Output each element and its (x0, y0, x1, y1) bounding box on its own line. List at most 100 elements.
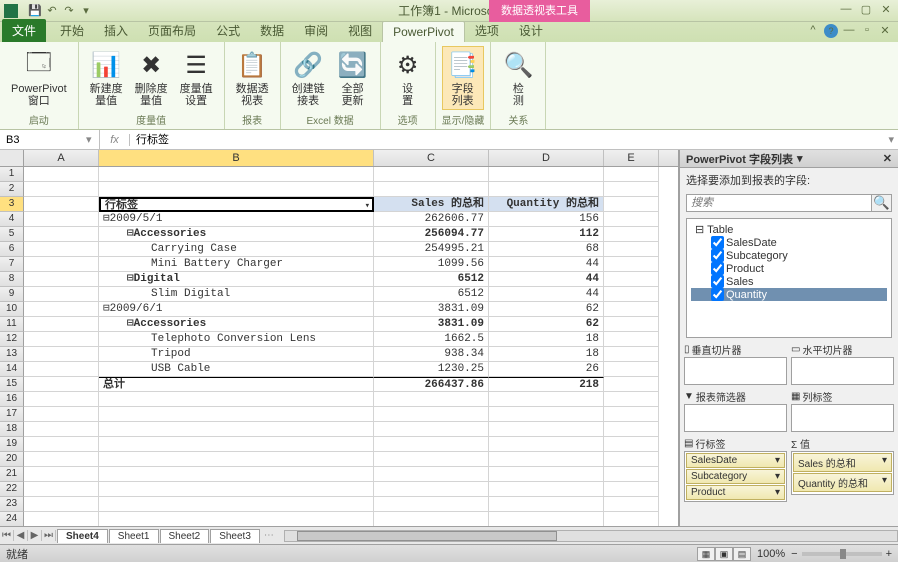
tab-powerpivot[interactable]: PowerPivot (382, 21, 465, 42)
zoom-out-icon[interactable]: − (791, 548, 797, 560)
cell[interactable]: 62 (489, 317, 604, 332)
tab-options[interactable]: 选项 (465, 19, 509, 42)
tab-insert[interactable]: 插入 (94, 19, 138, 42)
cell[interactable] (24, 197, 99, 212)
cell[interactable]: USB Cable (99, 362, 374, 377)
cell[interactable] (99, 167, 374, 182)
cell[interactable] (24, 437, 99, 452)
column-header[interactable]: A (24, 150, 99, 166)
column-header[interactable]: C (374, 150, 489, 166)
view-layout-icon[interactable]: ▣ (715, 547, 733, 561)
field-tree-item[interactable]: Sales (691, 275, 887, 288)
area-vslicer[interactable] (684, 357, 787, 385)
row-header[interactable]: 2 (0, 182, 24, 197)
cell[interactable]: 262606.77 (374, 212, 489, 227)
ribbon-button[interactable]: 📋数据透 视表 (231, 46, 274, 110)
window-restore-icon[interactable]: ▫ (860, 24, 874, 38)
column-header[interactable]: D (489, 150, 604, 166)
field-list-close-icon[interactable]: ✕ (883, 152, 892, 165)
tab-layout[interactable]: 页面布局 (138, 19, 206, 42)
chevron-down-icon[interactable]: ▾ (882, 455, 887, 470)
field-tree-item[interactable]: SalesDate (691, 236, 887, 249)
select-all-corner[interactable] (0, 150, 24, 166)
name-box-input[interactable] (6, 134, 86, 146)
cell[interactable] (99, 497, 374, 512)
cell[interactable] (604, 212, 659, 227)
tab-formulas[interactable]: 公式 (206, 19, 250, 42)
cell[interactable] (604, 302, 659, 317)
cell[interactable]: 218 (489, 377, 604, 392)
cell[interactable]: 1662.5 (374, 332, 489, 347)
cell[interactable]: Carrying Case (99, 242, 374, 257)
ribbon-button[interactable]: 📊新建度 量值 (85, 46, 128, 110)
field-tree-item[interactable]: Subcategory (691, 249, 887, 262)
field-tree-item[interactable]: Product (691, 262, 887, 275)
cell[interactable] (24, 317, 99, 332)
cell[interactable]: 18 (489, 347, 604, 362)
ribbon-button[interactable]: 🗔PowerPivot 窗口 (6, 46, 72, 110)
row-header[interactable]: 11 (0, 317, 24, 332)
chevron-down-icon[interactable]: ▾ (775, 487, 780, 498)
save-icon[interactable]: 💾 (28, 4, 42, 18)
redo-icon[interactable]: ↷ (62, 4, 76, 18)
sheet-nav-next-icon[interactable]: ▶ (28, 530, 42, 541)
cell[interactable] (24, 467, 99, 482)
cell[interactable] (604, 422, 659, 437)
sheet-nav-first-icon[interactable]: ⏮ (0, 530, 14, 541)
cell[interactable]: ⊟Digital (99, 272, 374, 287)
cell[interactable] (24, 242, 99, 257)
sheet-nav-prev-icon[interactable]: ◀ (14, 530, 28, 541)
zoom-level[interactable]: 100% (757, 548, 785, 560)
cell[interactable]: ⊟2009/5/1 (99, 212, 374, 227)
cell[interactable] (374, 167, 489, 182)
cell[interactable]: Slim Digital (99, 287, 374, 302)
cell[interactable]: 44 (489, 287, 604, 302)
cell[interactable] (604, 407, 659, 422)
field-checkbox[interactable] (711, 288, 724, 301)
field-tree[interactable]: ⊟ Table SalesDateSubcategoryProductSales… (686, 218, 892, 338)
sheet-tab[interactable]: Sheet2 (160, 529, 210, 543)
cell[interactable] (99, 407, 374, 422)
cell[interactable]: 266437.86 (374, 377, 489, 392)
area-field-item[interactable]: Quantity 的总和▾ (793, 473, 892, 492)
row-header[interactable]: 16 (0, 392, 24, 407)
cell[interactable] (24, 362, 99, 377)
fx-button[interactable]: fx (100, 134, 130, 146)
field-checkbox[interactable] (711, 262, 724, 275)
ribbon-button[interactable]: 🔗创建链 接表 (287, 46, 330, 110)
cell[interactable]: 总计 (99, 377, 374, 392)
view-normal-icon[interactable]: ▦ (697, 547, 715, 561)
cell[interactable]: 26 (489, 362, 604, 377)
row-header[interactable]: 9 (0, 287, 24, 302)
row-header[interactable]: 13 (0, 347, 24, 362)
cell[interactable]: 44 (489, 272, 604, 287)
row-header[interactable]: 23 (0, 497, 24, 512)
cell[interactable]: 1230.25 (374, 362, 489, 377)
column-header[interactable]: B (99, 150, 374, 166)
formula-input[interactable] (136, 133, 878, 146)
cell[interactable] (604, 257, 659, 272)
cell[interactable] (489, 482, 604, 497)
cell[interactable] (604, 227, 659, 242)
cell[interactable]: 112 (489, 227, 604, 242)
cell[interactable]: ⊟2009/6/1 (99, 302, 374, 317)
minimize-icon[interactable]: — (838, 3, 854, 19)
cell[interactable]: 938.34 (374, 347, 489, 362)
cell[interactable] (374, 392, 489, 407)
sheet-tab[interactable]: Sheet3 (210, 529, 260, 543)
tab-review[interactable]: 审阅 (294, 19, 338, 42)
cell[interactable]: Tripod (99, 347, 374, 362)
cell[interactable]: 156 (489, 212, 604, 227)
cell[interactable]: 3831.09 (374, 317, 489, 332)
maximize-icon[interactable]: ▢ (858, 3, 874, 19)
cell[interactable] (24, 422, 99, 437)
cell[interactable] (99, 467, 374, 482)
cell[interactable] (604, 332, 659, 347)
cell[interactable] (99, 512, 374, 526)
zoom-slider[interactable] (802, 552, 882, 556)
tree-root[interactable]: Table (707, 224, 733, 236)
window-min-icon[interactable]: — (842, 24, 856, 38)
cell[interactable] (604, 167, 659, 182)
cell[interactable] (374, 467, 489, 482)
cell[interactable] (99, 422, 374, 437)
